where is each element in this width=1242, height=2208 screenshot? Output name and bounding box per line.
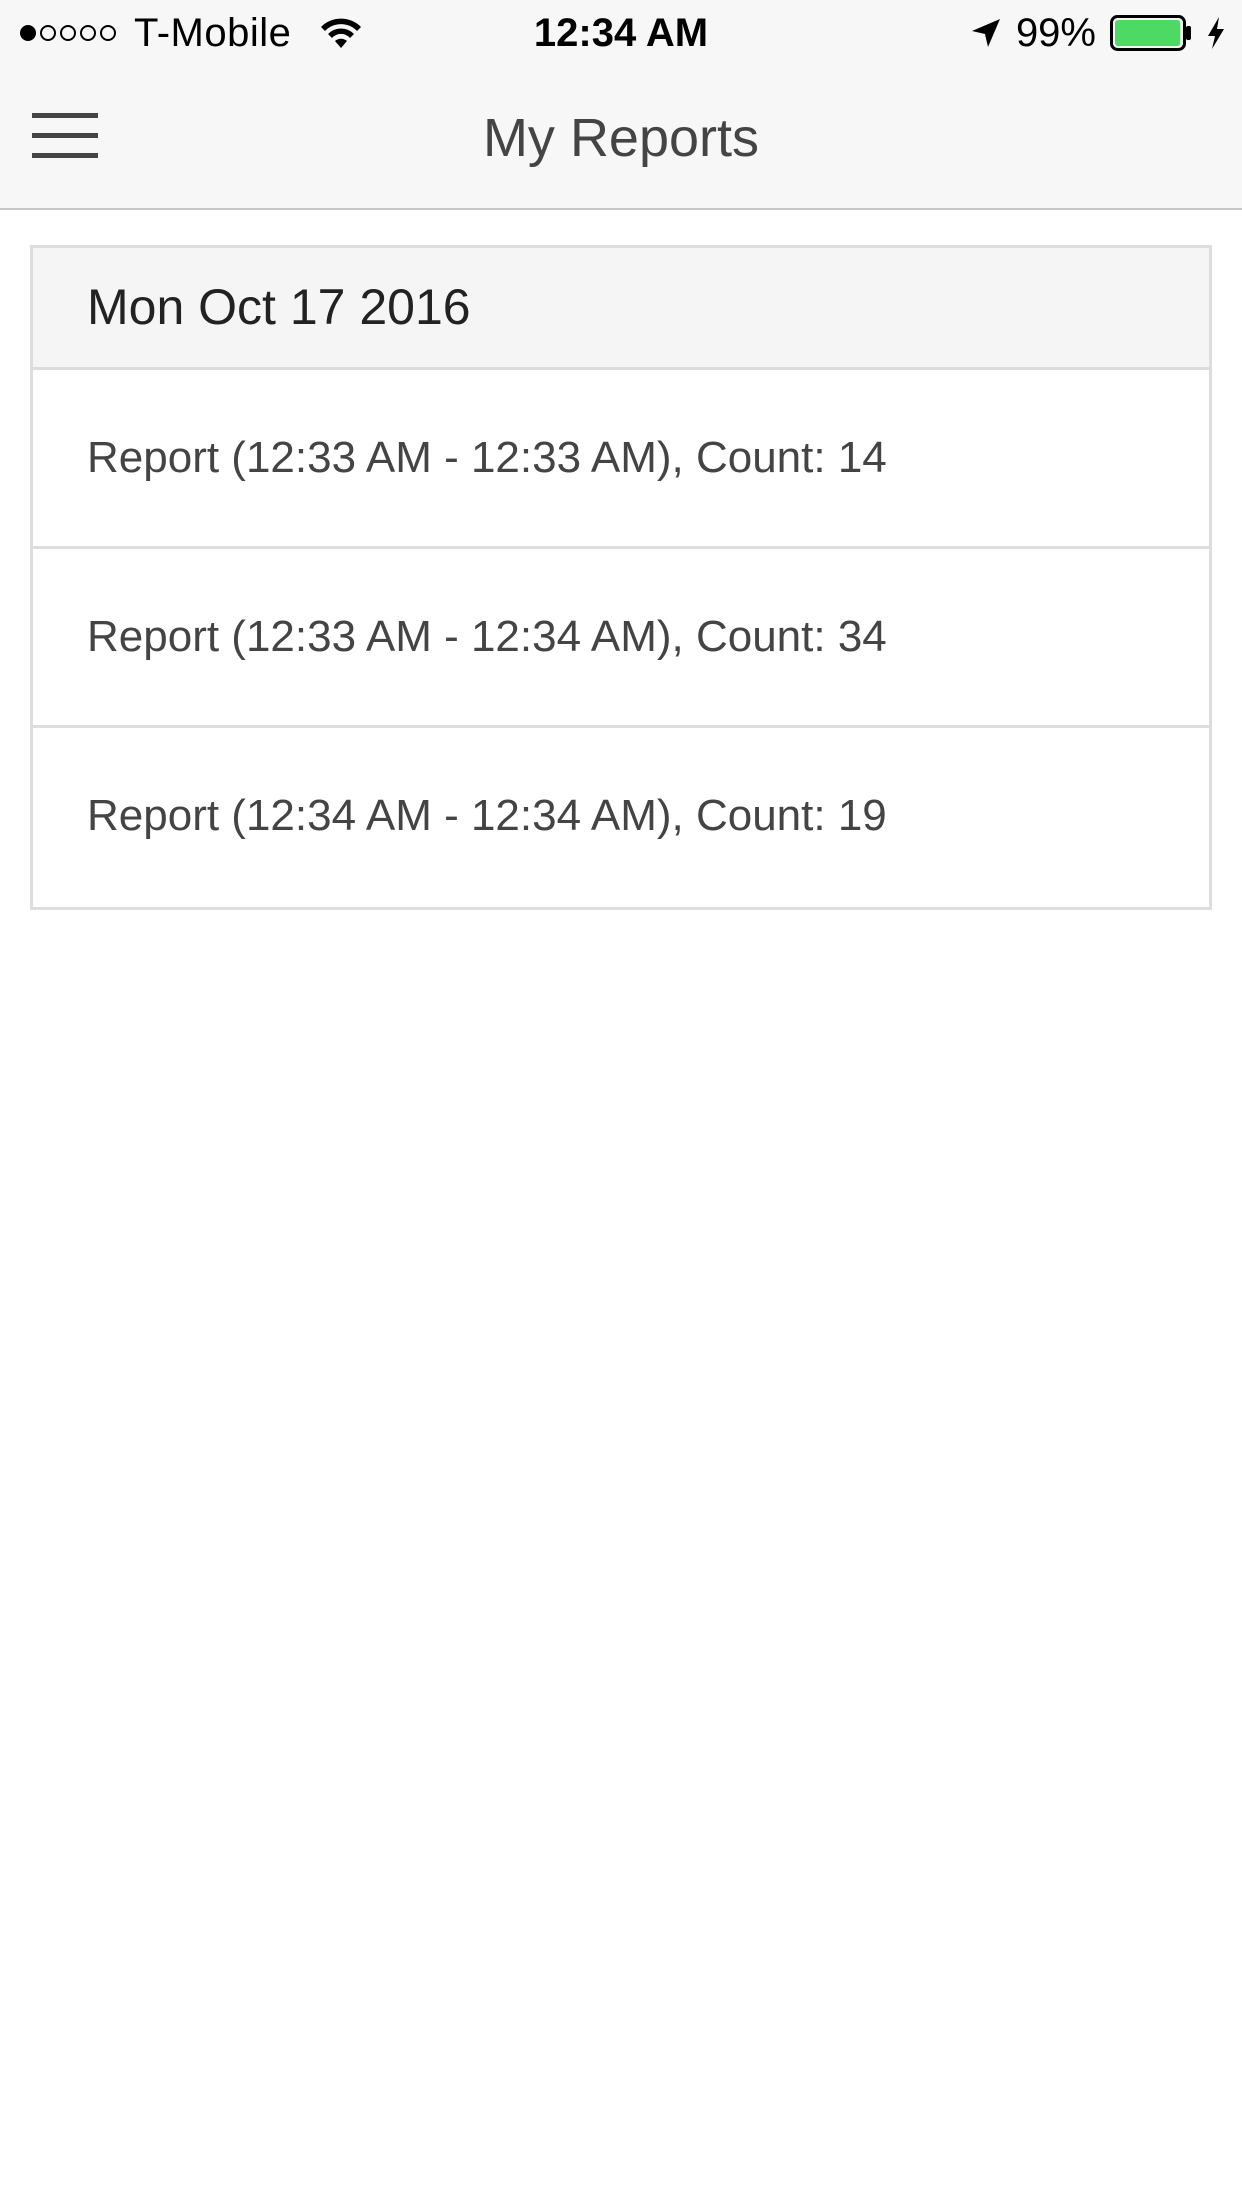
charging-bolt-icon	[1208, 17, 1224, 49]
page-title: My Reports	[482, 108, 760, 168]
battery-fill	[1115, 20, 1181, 46]
location-arrow-icon	[971, 19, 1000, 47]
status-bar: T-Mobile 12:34 AM 99%	[0, 0, 1242, 66]
report-list: Mon Oct 17 2016 Report (12:33 AM - 12:33…	[30, 245, 1212, 910]
hamburger-icon	[32, 113, 98, 158]
battery-percent: 99%	[1015, 11, 1096, 55]
battery-icon	[1110, 15, 1191, 51]
top-bar: T-Mobile 12:34 AM 99% My Reports	[0, 0, 1242, 210]
date-header: Mon Oct 17 2016	[33, 248, 1209, 370]
navigation-bar: My Reports	[0, 66, 1242, 210]
report-item[interactable]: Report (12:33 AM - 12:34 AM), Count: 34	[33, 549, 1209, 728]
report-item[interactable]: Report (12:33 AM - 12:33 AM), Count: 14	[33, 370, 1209, 549]
menu-button[interactable]	[20, 96, 110, 176]
status-right: 99%	[970, 0, 1226, 66]
report-item[interactable]: Report (12:34 AM - 12:34 AM), Count: 19	[33, 728, 1209, 907]
